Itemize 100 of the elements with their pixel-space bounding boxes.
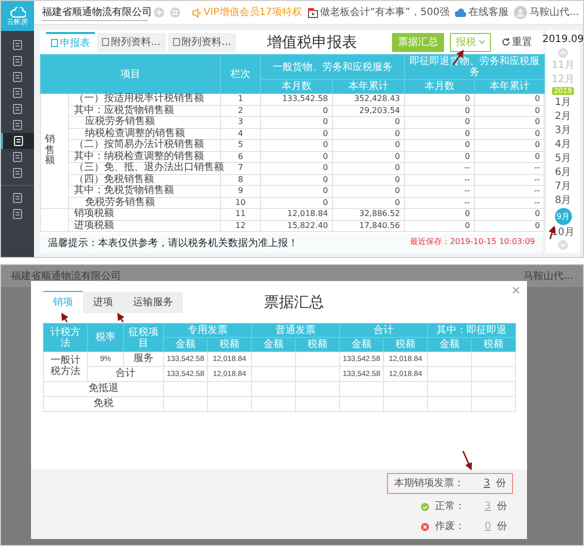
table-cell: 0 [404, 128, 474, 140]
tab[interactable]: 附列资料... [168, 32, 236, 52]
table-cell: 0 [404, 140, 474, 151]
month-item: 12月 [552, 73, 574, 86]
check-circle-icon [421, 502, 429, 510]
table-cell: 3 [220, 116, 260, 128]
table-cell: 0 [474, 208, 544, 220]
column-header: 普通发票 [252, 324, 340, 338]
table-cell: 0 [474, 105, 544, 116]
month-item[interactable]: 2月 [554, 110, 572, 123]
table-cell: 0 [260, 128, 332, 140]
page-icon [13, 88, 22, 98]
sidebar-item[interactable] [1, 133, 34, 149]
table-cell: -- [404, 162, 474, 174]
table-cell: 其中：纳税检查调整的销售额 [68, 151, 220, 162]
table-cell: 0 [332, 151, 404, 162]
summary-label: 正常： [435, 500, 465, 514]
table-cell: 合计 [88, 366, 164, 382]
tab[interactable]: 附列资料... [97, 32, 166, 52]
month-item: 11月 [552, 59, 574, 72]
table-cell: 0 [260, 186, 332, 197]
column-header: 专用发票 [164, 324, 252, 338]
table-cell: 17,840.56 [332, 220, 404, 232]
column-header: 征税项目 [124, 324, 164, 352]
promo-link[interactable]: 做老板会计“有本事”，500强 [320, 5, 450, 20]
table-cell: 免税 [44, 396, 164, 412]
table-cell: 0 [260, 116, 332, 128]
table-cell: （四）免税销售额 [68, 174, 220, 186]
table-cell: 0 [474, 94, 544, 105]
column-header: 税额 [296, 338, 340, 352]
table-cell: 0 [332, 162, 404, 174]
user-name[interactable]: 马鞍山代... [529, 5, 579, 20]
user-name: 马鞍山代... [523, 270, 573, 284]
table-cell: 8 [220, 174, 260, 186]
table-cell: 0 [260, 197, 332, 208]
table-cell: 0 [332, 116, 404, 128]
page-icon [13, 120, 22, 130]
month-item[interactable]: 8月 [554, 194, 572, 207]
table-cell: 15,822.40 [260, 220, 332, 232]
table-cell: 免税劳务销售额 [68, 197, 220, 208]
table-cell: 服务 [124, 352, 164, 366]
table-cell: 1 [220, 94, 260, 105]
table-cell: 进项税额 [68, 220, 220, 232]
page-icon [13, 209, 22, 219]
month-item[interactable]: 5月 [554, 152, 572, 165]
table-cell: （一）按适用税率计税销售额 [68, 94, 220, 105]
unit-text: 份 [496, 477, 506, 491]
table-cell: 0 [474, 220, 544, 232]
page-icon [13, 72, 22, 82]
notice-text: 温馨提示：本表仅供参考，请以税务机关数据为准上报！ [48, 236, 298, 251]
table-cell: 0 [404, 105, 474, 116]
column-header: 本月数 [260, 80, 332, 94]
table-cell: 0 [404, 151, 474, 162]
month-item[interactable]: 1月 [554, 96, 572, 109]
period-label: 2019.09 [542, 33, 584, 47]
cloud-icon [10, 6, 26, 18]
table-cell: 12,018.84 [260, 208, 332, 220]
document-icon [102, 38, 109, 46]
page-icon [14, 136, 23, 146]
month-item[interactable]: 3月 [554, 124, 572, 137]
column-header: 本月数 [404, 80, 474, 94]
refresh-icon [502, 38, 510, 46]
table-cell: 0 [332, 174, 404, 186]
column-header: 本年累计 [474, 80, 544, 94]
month-item[interactable]: 4月 [554, 138, 572, 151]
table-cell: 9 [220, 186, 260, 197]
page-icon [13, 193, 22, 203]
table-cell: 应税劳务销售额 [68, 116, 220, 128]
table-cell: 其中：应税货物销售额 [68, 105, 220, 116]
month-item[interactable]: 7月 [554, 180, 572, 193]
column-header: 金额 [164, 338, 208, 352]
column-header: 其中：即征即退 [428, 324, 516, 338]
document-icon [51, 39, 58, 47]
table-cell: 0 [260, 162, 332, 174]
service-link[interactable]: 在线客服 [468, 5, 508, 20]
table-cell: 销项税额 [68, 208, 220, 220]
tab[interactable]: 进项 [83, 292, 123, 313]
table-cell: 免抵退 [44, 382, 164, 396]
page-icon [13, 168, 22, 178]
column-header: 税率 [88, 324, 124, 352]
table-cell: 0 [332, 186, 404, 197]
table-cell: 4 [220, 128, 260, 140]
month-item[interactable]: 6月 [554, 166, 572, 179]
table-cell: 0 [404, 116, 474, 128]
table-cell: 10 [220, 197, 260, 208]
table-cell: -- [404, 197, 474, 208]
invoice-count[interactable]: 3 [470, 476, 490, 491]
table-cell: （二）按简易办法计税销售额 [68, 140, 220, 151]
tab[interactable]: 运输服务 [123, 292, 183, 313]
table-cell: 0 [260, 140, 332, 151]
column-header: 计税方法 [44, 324, 88, 352]
table-cell: -- [474, 197, 544, 208]
table-cell: -- [474, 186, 544, 197]
table-cell: 2 [220, 105, 260, 116]
page-icon [13, 56, 22, 66]
table-cell: 0 [332, 140, 404, 151]
table-cell: 0 [404, 208, 474, 220]
table-cell: 0 [474, 128, 544, 140]
company-name: 福建省顺通物流有限公司 [11, 270, 121, 284]
table-cell: 0 [474, 140, 544, 151]
